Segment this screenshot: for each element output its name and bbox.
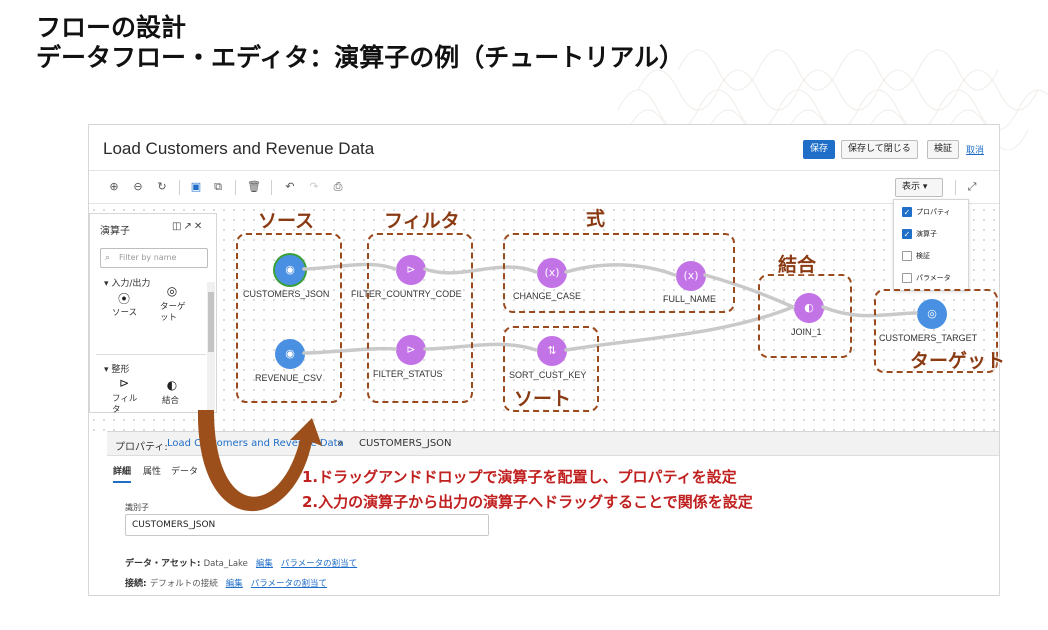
data-asset-edit-link[interactable]: 編集	[256, 559, 273, 569]
view-menu-label: プロパティ	[916, 208, 951, 216]
toolbar-divider	[179, 180, 180, 195]
save-close-button[interactable]: 保存して閉じる	[841, 140, 918, 159]
toolbar-divider	[955, 180, 956, 195]
target-operator-label: ターゲット	[160, 302, 186, 323]
properties-current: CUSTOMERS_JSON	[359, 438, 452, 449]
connection-value: デフォルトの接続	[149, 579, 218, 589]
editor-toolbar: ⊕ ⊖ ↻ ▣ ⧉ 🗑 ↶ ↷ ⎙ ⤢	[89, 172, 999, 204]
slide: フローの設計 データフロー・エディタ：演算子の例（チュートリアル） Load C…	[0, 0, 1048, 630]
operator-palette: 演算子 ◫↗✕ ⌕ Filter by name ▾ 入力/出力 ⦿ ソース ◎…	[89, 213, 217, 415]
identifier-input[interactable]: CUSTOMERS_JSON	[125, 514, 489, 536]
identifier-label: 識別子	[125, 503, 149, 512]
annotation-box-source	[236, 233, 342, 403]
annotation-box-filter	[367, 233, 473, 403]
section-io-label: 入力/出力	[111, 279, 151, 289]
properties-panel: プロパティ: Load Customers and Revenue Data »…	[107, 431, 999, 595]
section-shape[interactable]: ▾ 整形	[104, 362, 129, 375]
filter-operator-label: フィルタ	[112, 394, 138, 415]
annotation-label-source: ソース	[258, 210, 315, 232]
annotation-label-filter: フィルタ	[384, 210, 460, 232]
checkbox-checked-icon[interactable]: ✓	[902, 229, 912, 239]
data-asset-label: データ・アセット:	[125, 559, 204, 569]
delete-icon[interactable]: 🗑	[247, 180, 261, 194]
section-input-output[interactable]: ▾ 入力/出力	[104, 276, 150, 289]
toolbar-divider	[271, 180, 272, 195]
tab-details[interactable]: 詳細	[113, 464, 132, 483]
scrollbar-thumb[interactable]	[208, 292, 214, 352]
toolbar-divider	[235, 180, 236, 195]
tab-attributes[interactable]: 属性	[143, 464, 161, 477]
undo-icon[interactable]: ↶	[283, 180, 297, 194]
slide-title: フローの設計 データフロー・エディタ：演算子の例（チュートリアル）	[36, 13, 684, 73]
view-menu-button[interactable]: 表示 ▾	[895, 178, 943, 197]
title-line2: データフロー・エディタ：演算子の例（チュートリアル）	[36, 43, 685, 72]
copy-icon[interactable]: ⧉	[211, 180, 225, 194]
zoom-in-icon[interactable]: ⊕	[107, 180, 121, 194]
connection-edit-link[interactable]: 編集	[226, 579, 243, 589]
properties-flow-link[interactable]: Load Customers and Revenue Data	[167, 438, 344, 449]
palette-title: 演算子	[100, 226, 130, 237]
annotation-box-join	[758, 274, 852, 358]
annotation-label-expression: 式	[586, 208, 606, 230]
annotation-label-target: ターゲット	[910, 350, 1006, 372]
annotation-label-join: 結合	[778, 254, 817, 276]
zoom-out-icon[interactable]: ⊖	[131, 180, 145, 194]
checkbox-checked-icon[interactable]: ✓	[902, 207, 912, 217]
expand-icon[interactable]: ⤢	[965, 180, 979, 194]
palette-filter-input[interactable]: ⌕ Filter by name	[100, 248, 208, 268]
search-icon: ⌕	[105, 253, 111, 263]
palette-scrollbar[interactable]	[207, 282, 215, 410]
instruction-step1: 1.ドラッグアンドドロップで演算子を配置し、プロパティを設定	[302, 468, 737, 486]
annotation-label-sort: ソート	[514, 388, 572, 410]
target-operator-icon[interactable]: ◎	[162, 284, 182, 298]
cancel-link[interactable]: 取消	[966, 143, 984, 156]
view-menu-label: 演算子	[916, 230, 937, 238]
checkbox-unchecked-icon[interactable]	[902, 251, 912, 261]
editor-header: Load Customers and Revenue Data 保存 保存して閉…	[89, 125, 999, 171]
annotation-box-expression	[503, 233, 735, 313]
source-operator-label: ソース	[112, 308, 138, 318]
filter-operator-icon[interactable]: ⊳	[114, 376, 134, 390]
redo-icon[interactable]: ↷	[307, 180, 321, 194]
tab-data[interactable]: データ	[171, 464, 198, 477]
connection-label: 接続:	[125, 579, 150, 589]
join-operator-label: 結合	[162, 396, 180, 406]
section-shape-label: 整形	[111, 365, 130, 375]
title-line1: フローの設計	[36, 13, 187, 42]
checkbox-unchecked-icon[interactable]	[902, 273, 912, 283]
connection-row: 接続: デフォルトの接続 編集 パラメータの割当て	[125, 576, 327, 589]
source-operator-icon[interactable]: ⦿	[114, 290, 134, 307]
reset-icon[interactable]: ↻	[155, 180, 169, 194]
data-asset-row: データ・アセット: Data_Lake 編集 パラメータの割当て	[125, 556, 357, 569]
print-icon[interactable]: ⎙	[331, 180, 345, 194]
view-menu-label: パラメータ	[916, 274, 951, 282]
validate-button[interactable]: 検証	[927, 140, 960, 159]
view-menu-dropdown: ✓ プロパティ ✓ 演算子 検証 パラメータ	[893, 199, 969, 291]
data-asset-value: Data_Lake	[203, 559, 248, 569]
select-icon[interactable]: ▣	[189, 180, 203, 194]
filter-placeholder: Filter by name	[119, 253, 177, 262]
palette-divider	[96, 354, 206, 355]
flow-title: Load Customers and Revenue Data	[103, 139, 375, 158]
join-operator-icon[interactable]: ◐	[162, 378, 182, 392]
save-button[interactable]: 保存	[803, 140, 836, 159]
connection-param-link[interactable]: パラメータの割当て	[251, 579, 327, 589]
instruction-step2: 2.入力の演算子から出力の演算子へドラッグすることで関係を設定	[302, 493, 753, 511]
properties-header: プロパティ: Load Customers and Revenue Data »…	[107, 432, 999, 456]
properties-prefix: プロパティ:	[115, 442, 168, 453]
view-menu-label: 検証	[916, 252, 930, 260]
data-asset-param-link[interactable]: パラメータの割当て	[281, 559, 357, 569]
properties-separator: »	[337, 438, 344, 449]
palette-window-icons[interactable]: ◫↗✕	[172, 221, 204, 232]
